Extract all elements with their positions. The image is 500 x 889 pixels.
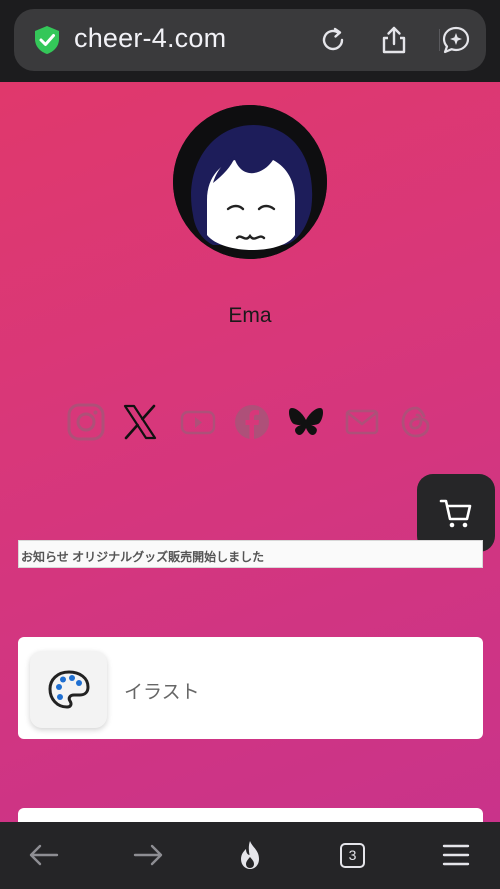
page-content: Ema お知らせ オリジナルグッズ販売開始しました イラスト	[0, 82, 500, 822]
notice-banner[interactable]: お知らせ オリジナルグッズ販売開始しました	[18, 540, 483, 568]
toolbar-divider	[439, 29, 440, 51]
menu-icon[interactable]	[439, 838, 473, 872]
url-text[interactable]: cheer-4.com	[74, 23, 226, 54]
shield-check-icon	[35, 26, 59, 54]
link-card-illust[interactable]: イラスト	[18, 637, 483, 739]
assistant-chat-icon[interactable]	[441, 25, 471, 55]
youtube-icon[interactable]	[178, 402, 218, 442]
card-label: イラスト	[124, 682, 200, 703]
reload-icon[interactable]	[318, 25, 348, 55]
tab-count-button[interactable]: 3	[340, 843, 365, 868]
forward-arrow-icon[interactable]	[131, 838, 165, 872]
share-icon[interactable]	[379, 25, 409, 55]
card-icon-box	[30, 651, 107, 728]
mail-icon[interactable]	[342, 402, 382, 442]
back-arrow-icon[interactable]	[27, 838, 61, 872]
palette-icon	[48, 670, 90, 709]
fire-icon[interactable]	[233, 838, 267, 872]
link-card-partial[interactable]	[18, 808, 483, 822]
browser-bottom-bar: 3	[0, 822, 500, 889]
profile-name: Ema	[228, 304, 272, 327]
address-bar[interactable]: cheer-4.com	[14, 9, 486, 71]
cart-icon	[439, 499, 472, 528]
social-links	[66, 402, 438, 444]
instagram-icon[interactable]	[66, 402, 106, 442]
bluesky-icon[interactable]	[286, 402, 326, 442]
threads-icon[interactable]	[396, 402, 436, 442]
x-icon[interactable]	[120, 402, 160, 442]
facebook-icon[interactable]	[232, 402, 272, 442]
browser-top-bar: cheer-4.com	[0, 0, 500, 82]
avatar-illustration	[173, 105, 327, 259]
avatar	[173, 105, 327, 259]
